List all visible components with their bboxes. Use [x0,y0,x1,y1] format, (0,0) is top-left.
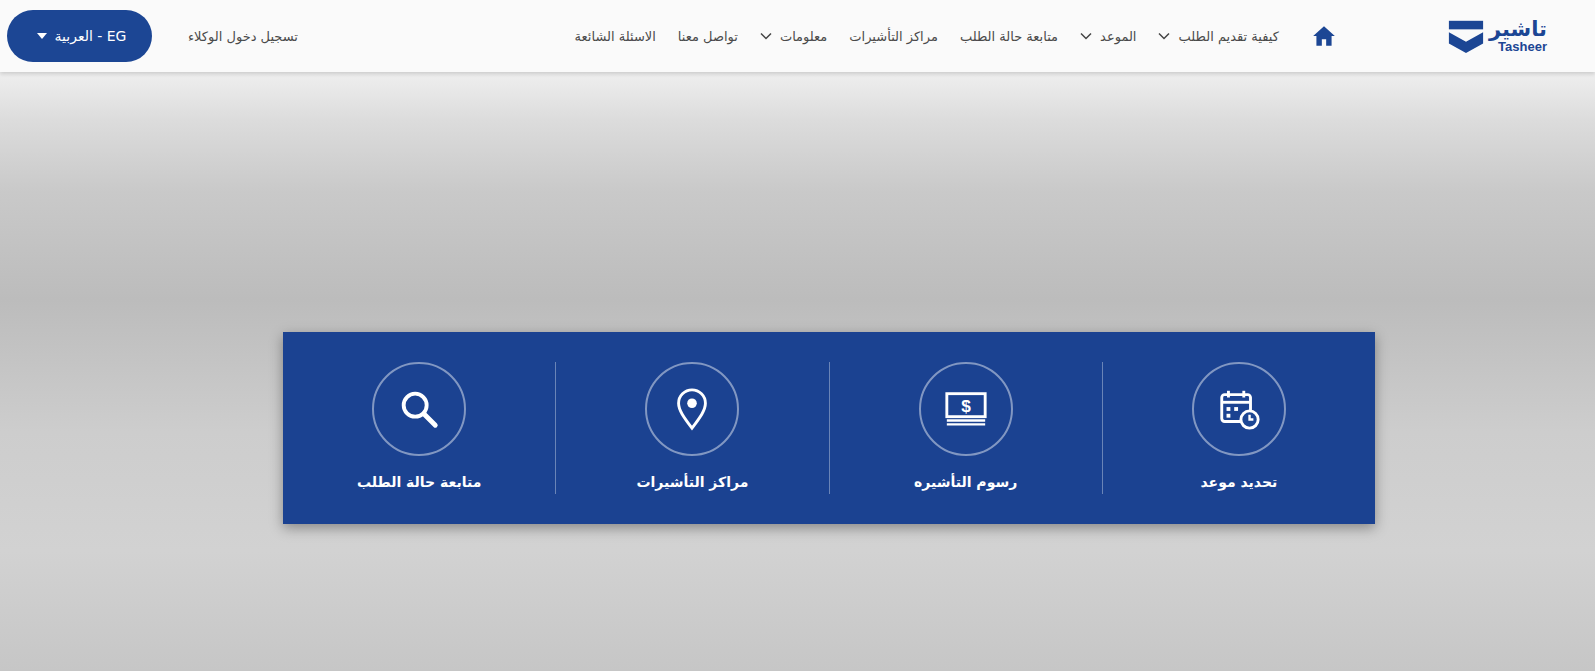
logo-text: تاشيرTasheer [1489,18,1547,54]
nav-label: متابعة حالة الطلب [960,29,1058,44]
nav-item[interactable]: مراكز التأشيرات [849,29,938,44]
language-button[interactable]: EG - العربية [7,10,152,62]
quick-link-label: مراكز التأشيرات [636,474,748,490]
nav-label: معلومات [780,29,827,44]
svg-text:$: $ [961,396,971,416]
nav-label: مراكز التأشيرات [849,29,938,44]
home-icon[interactable] [1311,23,1337,49]
nav-item[interactable]: متابعة حالة الطلب [960,29,1058,44]
agent-login-link[interactable]: تسجيل دخول الوكلاء [188,29,298,44]
nav-label: كيفية تقديم الطلب [1178,29,1278,44]
chevron-down-icon [1158,32,1170,40]
icon-circle [1192,362,1286,456]
calendar-icon [1216,386,1262,432]
nav-label: تواصل معنا [678,29,738,44]
location-pin-icon [669,386,715,432]
nav-label: الاسئلة الشائعة [575,29,656,44]
caret-down-icon [37,33,47,39]
quick-link-label: متابعة حالة الطلب [357,474,481,490]
quick-link[interactable]: متابعة حالة الطلب [283,362,556,494]
quick-link-label: تحديد موعد [1201,474,1278,490]
nav-item[interactable]: تواصل معنا [678,29,738,44]
nav-item[interactable]: معلومات [760,29,827,44]
icon-circle [645,362,739,456]
search-icon [396,386,442,432]
logo-icon [1447,16,1485,56]
icon-circle: $ [919,362,1013,456]
quick-link[interactable]: تحديد موعد [1103,362,1375,494]
hero-photo: تحديد موعد $ رسوم التأشيره مراكز التأشيرات م… [0,72,1595,671]
money-icon: $ [943,386,989,432]
quick-link[interactable]: مراكز التأشيرات [556,362,829,494]
chevron-down-icon [1080,32,1092,40]
quick-links-panel: تحديد موعد $ رسوم التأشيره مراكز التأشيرات م… [283,332,1375,524]
account-area: تسجيل دخول الوكلاء EG - العربية [7,10,298,62]
language-label: EG - العربية [55,28,127,44]
quick-link-label: رسوم التأشيره [914,474,1017,490]
nav-label: الموعد [1100,29,1136,44]
nav-item[interactable]: كيفية تقديم الطلب [1158,29,1278,44]
logo-latin: Tasheer [1498,40,1547,54]
top-bar: تاشيرTasheer كيفية تقديم الطلب الموعد متابع… [0,0,1595,72]
chevron-down-icon [760,32,772,40]
logo-arabic: تاشير [1489,18,1547,40]
quick-link[interactable]: $ رسوم التأشيره [830,362,1103,494]
logo[interactable]: تاشيرTasheer [1447,16,1547,56]
nav-item[interactable]: الاسئلة الشائعة [575,29,656,44]
icon-circle [372,362,466,456]
nav-item[interactable]: الموعد [1080,29,1136,44]
page: تاشيرTasheer كيفية تقديم الطلب الموعد متابع… [0,0,1595,671]
main-nav: كيفية تقديم الطلب الموعد متابعة حالة الطلب… [575,29,1279,44]
